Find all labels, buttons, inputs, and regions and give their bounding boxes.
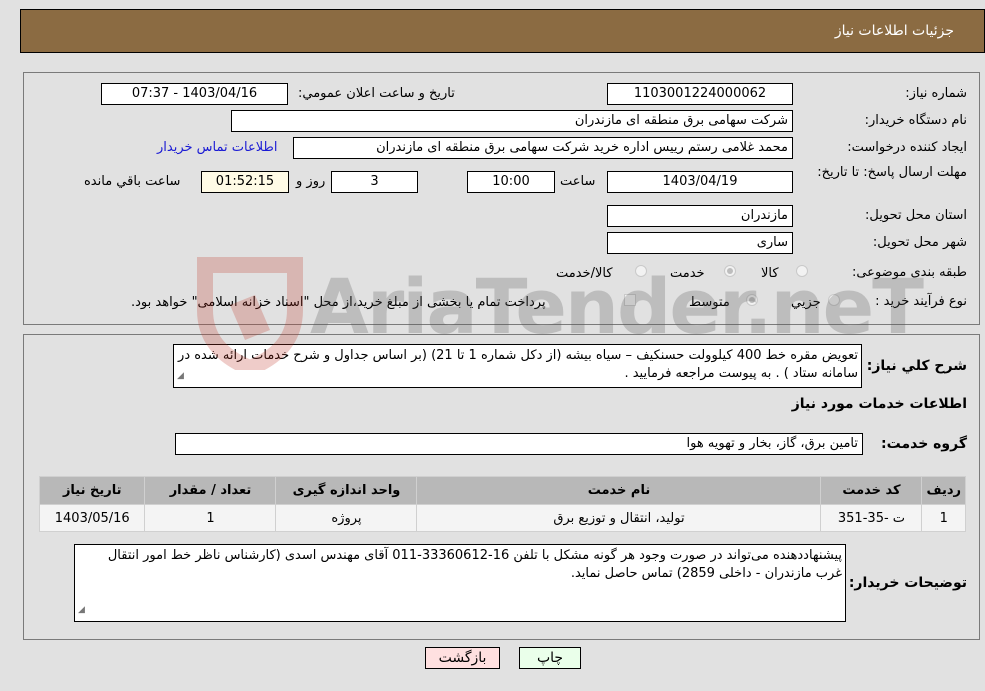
category-label: طبقه بندی موضوعی: bbox=[851, 265, 967, 280]
cell-unit: پروژه bbox=[276, 505, 417, 531]
cell-service-code: ت -35-351 bbox=[821, 505, 922, 531]
requester-field: محمد غلامی رستم رییس اداره خرید شرکت سها… bbox=[293, 137, 793, 159]
requester-label: ایجاد کننده درخواست: bbox=[847, 140, 967, 155]
print-button[interactable]: چاپ bbox=[519, 647, 581, 669]
table-header-row: ردیف کد خدمت نام خدمت واحد اندازه گیری ت… bbox=[40, 477, 965, 504]
col-header-service-name: نام خدمت bbox=[417, 477, 821, 504]
treasury-checkbox[interactable] bbox=[624, 294, 636, 306]
page-title: جزئیات اطلاعات نیاز bbox=[834, 23, 954, 39]
services-table: ردیف کد خدمت نام خدمت واحد اندازه گیری ت… bbox=[39, 476, 966, 532]
resize-grip-icon[interactable]: ◢ bbox=[78, 601, 85, 619]
table-row: 1 ت -35-351 تولید، انتقال و توزیع برق پر… bbox=[40, 505, 965, 531]
buyer-notes-textarea[interactable]: پیشنهاددهنده می‌تواند در صورت وجود هر گو… bbox=[74, 544, 846, 622]
col-header-row-number: ردیف bbox=[922, 477, 965, 504]
category-option-service: خدمت bbox=[670, 266, 705, 281]
delivery-city-field: ساری bbox=[607, 232, 793, 254]
deadline-time-label: ساعت bbox=[560, 174, 596, 189]
announce-datetime-field: 1403/04/16 - 07:37 bbox=[101, 83, 288, 105]
service-group-label: گروه خدمت: bbox=[881, 436, 967, 452]
purchase-type-radio-medium[interactable] bbox=[746, 294, 758, 306]
need-number-field: 1103001224000062 bbox=[607, 83, 793, 105]
buyer-notes-text: پیشنهاددهنده می‌تواند در صورت وجود هر گو… bbox=[107, 548, 842, 581]
deadline-label: مهلت ارسال پاسخ: تا تاریخ: bbox=[817, 165, 967, 180]
delivery-city-label: شهر محل تحویل: bbox=[872, 235, 967, 250]
description-text: تعویض مقره خط 400 کیلوولت حسنکیف – سیاه … bbox=[178, 348, 858, 381]
deadline-time-field: 10:00 bbox=[467, 171, 555, 193]
buyer-org-label: نام دستگاه خریدار: bbox=[864, 113, 967, 128]
col-header-need-date: تاریخ نیاز bbox=[40, 477, 145, 504]
time-remaining-field: 01:52:15 bbox=[201, 171, 289, 193]
page-header: جزئیات اطلاعات نیاز bbox=[20, 9, 985, 53]
cell-quantity: 1 bbox=[145, 505, 276, 531]
purchase-type-label: نوع فرآیند خرید : bbox=[875, 294, 967, 309]
announce-datetime-label: تاریخ و ساعت اعلان عمومي: bbox=[298, 86, 455, 101]
days-label: روز و bbox=[296, 174, 326, 189]
category-option-goods: کالا bbox=[761, 266, 779, 281]
col-header-quantity: تعداد / مقدار bbox=[145, 477, 276, 504]
col-header-unit: واحد اندازه گیری bbox=[276, 477, 417, 504]
buyer-contact-link[interactable]: اطلاعات تماس خریدار bbox=[157, 140, 277, 155]
days-remaining-field: 3 bbox=[331, 171, 418, 193]
delivery-province-field: مازندران bbox=[607, 205, 793, 227]
treasury-note: پرداخت تمام یا بخشی از مبلغ خرید،از محل … bbox=[131, 295, 546, 310]
deadline-date-field: 1403/04/19 bbox=[607, 171, 793, 193]
description-label: شرح كلي نياز: bbox=[866, 358, 967, 374]
service-group-field: تامین برق، گاز، بخار و تهویه هوا bbox=[175, 433, 863, 455]
buyer-notes-label: توضیحات خریدار: bbox=[848, 575, 967, 591]
buyer-org-field: شرکت سهامی برق منطقه ای مازندران bbox=[231, 110, 793, 132]
services-section-title: اطلاعات خدمات مورد نیاز bbox=[791, 396, 967, 412]
need-number-label: شماره نیاز: bbox=[905, 86, 967, 101]
col-header-service-code: کد خدمت bbox=[821, 477, 922, 504]
time-remaining-label: ساعت باقي مانده bbox=[84, 174, 181, 189]
category-option-goods-service: کالا/خدمت bbox=[556, 266, 613, 281]
delivery-province-label: استان محل تحویل: bbox=[865, 208, 967, 223]
category-radio-service[interactable] bbox=[724, 265, 736, 277]
category-radio-goods-service[interactable] bbox=[635, 265, 647, 277]
category-radio-goods[interactable] bbox=[796, 265, 808, 277]
back-button[interactable]: بازگشت bbox=[425, 647, 500, 669]
cell-service-name: تولید، انتقال و توزیع برق bbox=[417, 505, 821, 531]
purchase-type-option-medium: متوسط bbox=[689, 295, 730, 310]
purchase-type-option-minor: جزیي bbox=[791, 295, 821, 310]
cell-need-date: 1403/05/16 bbox=[40, 505, 145, 531]
cell-row-number: 1 bbox=[922, 505, 965, 531]
services-table-wrapper: ردیف کد خدمت نام خدمت واحد اندازه گیری ت… bbox=[39, 476, 966, 532]
purchase-type-radio-minor[interactable] bbox=[828, 294, 840, 306]
resize-grip-icon[interactable]: ◢ bbox=[177, 367, 184, 385]
description-textarea[interactable]: تعویض مقره خط 400 کیلوولت حسنکیف – سیاه … bbox=[173, 344, 862, 388]
